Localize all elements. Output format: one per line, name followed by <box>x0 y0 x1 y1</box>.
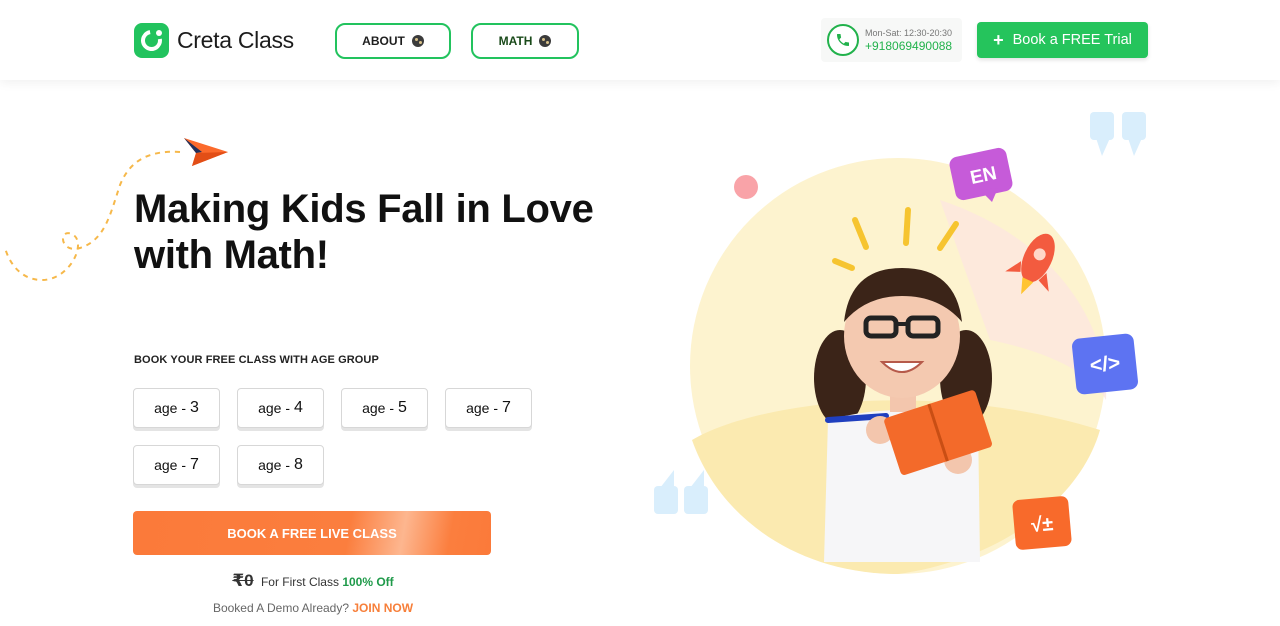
cookie-icon <box>411 35 424 47</box>
brand-logo[interactable]: Creta Class <box>134 22 294 58</box>
age-prefix: age - <box>154 457 186 473</box>
price-symbol: ₹0 <box>232 571 254 590</box>
hero-illustration: EN </> √± <box>654 112 1146 574</box>
demo-text: Booked A Demo Already? <box>212 601 350 615</box>
hero-title-line1: Making Kids Fall in Love <box>134 187 594 231</box>
site-header: Creta Class ABOUT MATH Mon-Sat: 12:30-20… <box>0 0 1280 80</box>
nav-about-button[interactable]: ABOUT <box>335 23 451 59</box>
contact-hours: Mon-Sat: 12:30-20:30 <box>865 27 953 38</box>
price-text: For First Class <box>260 575 339 589</box>
age-5-button[interactable]: age -5 <box>341 388 428 428</box>
hero-title-line2: with Math! <box>134 233 329 277</box>
age-prefix: age - <box>154 400 186 416</box>
math-icon-label: √± <box>1030 513 1054 537</box>
plus-icon: + <box>993 30 1004 50</box>
price-off: 100% Off <box>342 575 394 589</box>
quote-bottom-icon <box>654 470 708 514</box>
quote-top-icon <box>1090 112 1146 156</box>
pink-dot <box>734 175 758 199</box>
nav-math-button[interactable]: MATH <box>471 23 579 59</box>
paper-plane-icon <box>184 138 228 166</box>
age-7-button-second[interactable]: age -7 <box>133 445 220 485</box>
age-group-heading: BOOK YOUR FREE CLASS WITH AGE GROUP <box>134 354 379 366</box>
demo-line: Booked A Demo Already? JOIN NOW <box>134 601 492 615</box>
age-value: 8 <box>294 456 303 473</box>
age-3-button[interactable]: age -3 <box>133 388 220 428</box>
age-value: 4 <box>294 399 303 416</box>
age-value: 7 <box>190 456 199 473</box>
age-value: 3 <box>190 399 199 416</box>
cookie-icon <box>539 35 552 47</box>
join-now-link[interactable]: JOIN NOW <box>352 601 413 615</box>
age-value: 5 <box>398 399 407 416</box>
nav-about-label: ABOUT <box>362 34 405 48</box>
book-free-trial-label: Book a FREE Trial <box>1012 32 1132 48</box>
price-line: ₹0 For First Class 100% Off <box>134 571 492 591</box>
age-value: 7 <box>502 399 511 416</box>
brand-name: Creta Class <box>177 26 294 53</box>
nav-math-label: MATH <box>498 34 533 48</box>
contact-phone[interactable]: Mon-Sat: 12:30-20:30 +918069490088 <box>821 18 962 62</box>
book-free-trial-button[interactable]: + Book a FREE Trial <box>977 22 1148 58</box>
hero-title: Making Kids Fall in Love with Math! <box>134 186 614 278</box>
book-free-live-class-button[interactable]: BOOK A FREE LIVE CLASS <box>133 511 491 555</box>
contact-number[interactable]: +918069490088 <box>865 39 952 53</box>
phone-icon <box>827 24 859 56</box>
age-4-button[interactable]: age -4 <box>237 388 324 428</box>
age-prefix: age - <box>258 400 290 416</box>
age-prefix: age - <box>258 457 290 473</box>
code-icon-label: </> <box>1089 351 1122 377</box>
age-8-button[interactable]: age -8 <box>237 445 324 485</box>
logo-icon <box>134 22 169 58</box>
age-prefix: age - <box>362 400 394 416</box>
age-7-button[interactable]: age -7 <box>445 388 532 428</box>
age-prefix: age - <box>466 400 498 416</box>
